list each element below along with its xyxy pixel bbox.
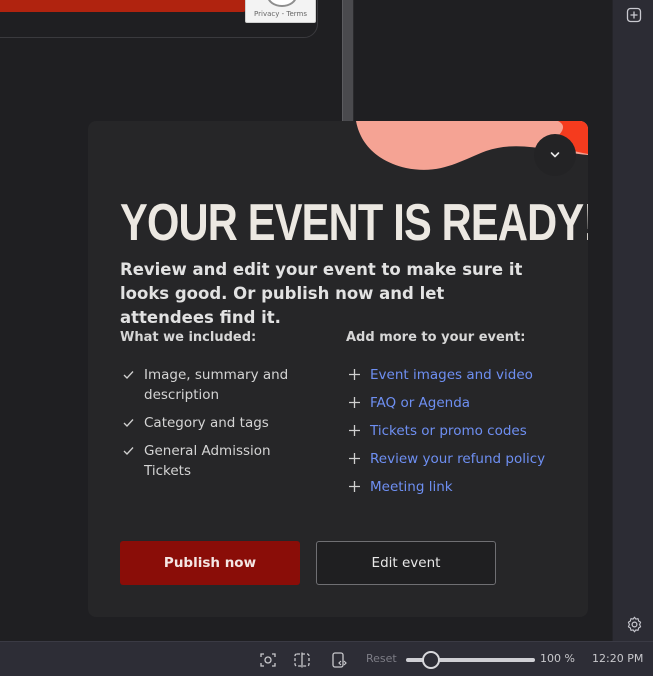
- decorative-blob: [356, 121, 588, 170]
- list-item[interactable]: Tickets or promo codes: [346, 421, 576, 441]
- gear-icon: [627, 616, 641, 632]
- list-item: Image, summary and description: [120, 365, 310, 405]
- plus-square-icon: [626, 7, 642, 23]
- list-item[interactable]: Event images and video: [346, 365, 576, 385]
- meeting-link-link[interactable]: Meeting link: [370, 479, 453, 495]
- recaptcha-badge[interactable]: Privacy - Terms: [245, 0, 316, 23]
- add-faq-agenda-link[interactable]: FAQ or Agenda: [370, 395, 470, 411]
- list-item: General Admission Tickets: [120, 441, 310, 481]
- publish-now-button[interactable]: Publish now: [120, 541, 300, 585]
- settings-button[interactable]: [625, 615, 643, 633]
- plus-icon: [349, 369, 360, 380]
- checkmark-icon: [123, 447, 134, 455]
- included-item-label: General Admission Tickets: [144, 443, 271, 479]
- plus-icon: [349, 425, 360, 436]
- zoom-reset-button[interactable]: Reset: [366, 652, 397, 665]
- add-panel-button[interactable]: [625, 6, 643, 24]
- zoom-slider-handle[interactable]: [421, 651, 440, 669]
- plus-icon: [349, 453, 360, 464]
- checkmark-icon: [123, 419, 134, 427]
- list-item[interactable]: Review your refund policy: [346, 449, 576, 469]
- add-more-list: Event images and video FAQ or Agenda Tic…: [346, 365, 576, 505]
- clock: 12:20 PM: [592, 652, 644, 665]
- add-tickets-promo-link[interactable]: Tickets or promo codes: [370, 423, 527, 439]
- plus-icon: [349, 397, 360, 408]
- included-item-label: Category and tags: [144, 415, 269, 431]
- screenshot-icon[interactable]: [259, 651, 277, 669]
- right-sidebar: [612, 0, 653, 641]
- page-scrollbar[interactable]: [342, 0, 354, 122]
- background-submit-button[interactable]: [0, 0, 246, 12]
- plus-icon: [349, 481, 360, 492]
- chevron-down-icon: [550, 152, 560, 158]
- modal-title: YOUR EVENT IS READY!: [120, 194, 588, 252]
- included-list: Image, summary and description Category …: [120, 365, 310, 489]
- event-ready-modal: YOUR EVENT IS READY! Review and edit you…: [88, 121, 588, 617]
- add-images-video-link[interactable]: Event images and video: [370, 367, 533, 383]
- recaptcha-logo-icon: [267, 0, 297, 7]
- included-heading: What we included:: [120, 330, 257, 345]
- included-item-label: Image, summary and description: [144, 367, 289, 403]
- split-view-icon[interactable]: [293, 651, 311, 669]
- recaptcha-links[interactable]: Privacy - Terms: [246, 10, 315, 18]
- modal-subtitle: Review and edit your event to make sure …: [120, 260, 523, 327]
- status-bar: Reset 100 % 12:20 PM: [0, 641, 653, 676]
- add-more-heading: Add more to your event:: [346, 330, 526, 345]
- checkmark-icon: [123, 371, 134, 379]
- device-code-icon[interactable]: [330, 651, 348, 669]
- list-item: Category and tags: [120, 413, 310, 433]
- refund-policy-link[interactable]: Review your refund policy: [370, 451, 545, 467]
- edit-event-button[interactable]: Edit event: [316, 541, 496, 585]
- list-item[interactable]: Meeting link: [346, 477, 576, 497]
- list-item[interactable]: FAQ or Agenda: [346, 393, 576, 413]
- collapse-button[interactable]: [534, 134, 576, 176]
- zoom-level: 100 %: [540, 652, 575, 665]
